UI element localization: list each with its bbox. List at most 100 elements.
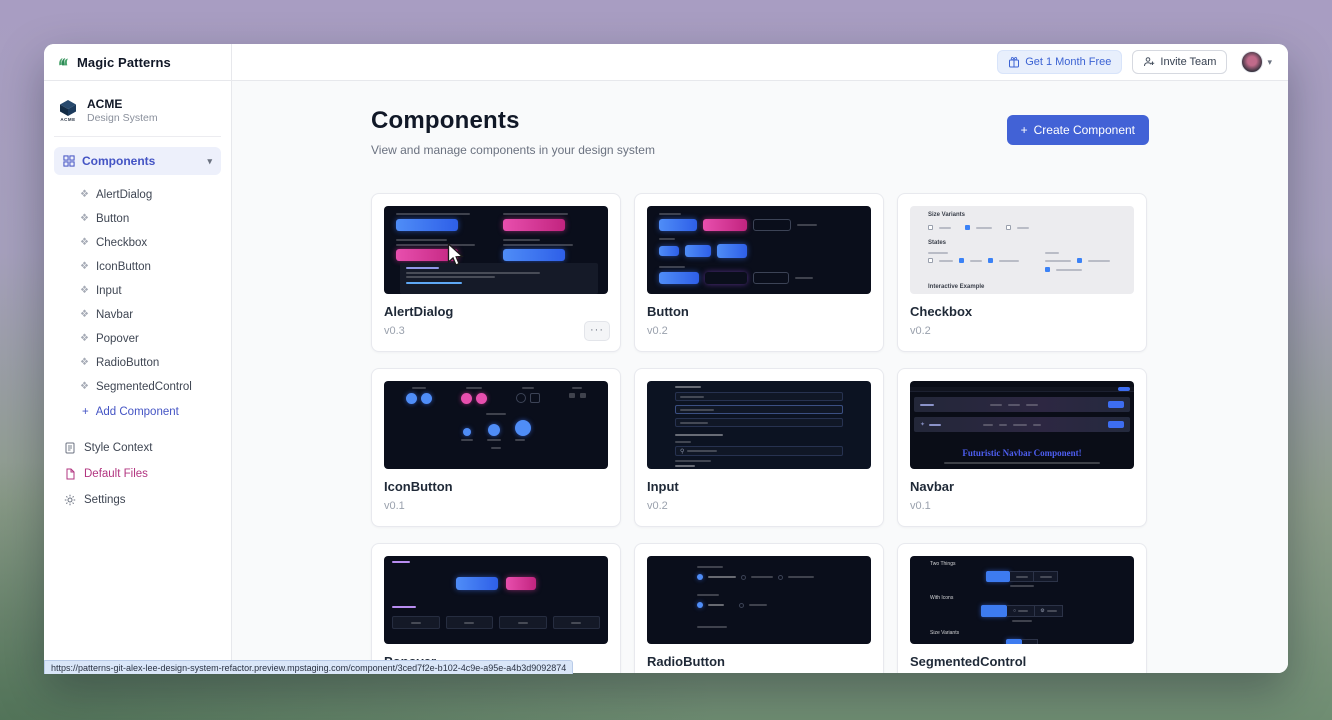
brand[interactable]: Magic Patterns [44, 44, 232, 80]
sidebar-item-alertdialog[interactable]: ❖ AlertDialog [54, 183, 221, 207]
card-navbar[interactable]: ✦ Futuristic Navbar Component! Navbar v0… [897, 368, 1147, 527]
card-thumbnail [647, 556, 871, 644]
footer-item-label: Default Files [84, 468, 148, 480]
card-thumbnail [384, 556, 608, 644]
component-icon: ❖ [80, 382, 89, 392]
component-icon: ❖ [80, 334, 89, 344]
sidebar-item-label: Navbar [96, 309, 133, 321]
sidebar-item-label: Popover [96, 333, 139, 345]
chevron-down-icon: ▾ [207, 156, 212, 167]
card-version: v0.1 [384, 500, 608, 512]
card-thumbnail: Two Things With Icons ○ ⚙ [910, 556, 1134, 644]
footer-item-label: Settings [84, 494, 126, 506]
card-input[interactable]: ⚲ Input v0.2 [634, 368, 884, 527]
sidebar-item-input[interactable]: ❖ Input [54, 279, 221, 303]
card-version: v0.2 [910, 325, 1134, 337]
promo-button[interactable]: Get 1 Month Free [997, 50, 1122, 74]
sidebar-section-components[interactable]: Components ▾ [54, 147, 221, 175]
sidebar-item-button[interactable]: ❖ Button [54, 207, 221, 231]
sidebar-footer: Style Context Default Files Settings [54, 435, 221, 513]
topbar: Magic Patterns Get 1 Month Free Invite T [44, 44, 1288, 81]
card-iconbutton[interactable]: IconButton v0.1 [371, 368, 621, 527]
thumb-label: Interactive Example [928, 284, 1116, 290]
create-component-button[interactable]: + Create Component [1007, 115, 1149, 145]
thumb-caption: Futuristic Navbar Component! [910, 448, 1134, 458]
sidebar-item-style-context[interactable]: Style Context [54, 435, 221, 461]
card-name: Input [647, 479, 871, 494]
plus-icon: + [1021, 123, 1028, 137]
component-icon: ❖ [80, 310, 89, 320]
card-name: SegmentedControl [910, 654, 1134, 669]
invite-label: Invite Team [1160, 56, 1216, 68]
sidebar: ACME ACME Design System Components ▾ [44, 81, 232, 673]
sidebar-item-label: AlertDialog [96, 189, 152, 201]
sidebar-item-radiobutton[interactable]: ❖RadioButton [54, 351, 221, 375]
card-name: Navbar [910, 479, 1134, 494]
main-panel: Components View and manage components in… [232, 81, 1288, 673]
document-icon [64, 442, 76, 454]
card-version: v0.2 [647, 325, 871, 337]
workspace-subtitle: Design System [87, 112, 158, 124]
card-name: Checkbox [910, 304, 1134, 319]
sidebar-item-segmentedcontrol[interactable]: ❖ SegmentedControl [54, 375, 221, 399]
mouse-cursor [447, 243, 464, 267]
thumb-label: States [928, 240, 1116, 246]
chevron-down-icon: ▾ [1267, 57, 1272, 68]
thumb-label: Two Things [930, 561, 1114, 567]
sidebar-item-iconbutton[interactable]: ❖IconButton [54, 255, 221, 279]
person-plus-icon [1143, 56, 1155, 68]
sidebar-section-label: Components [82, 154, 155, 168]
card-segmentedcontrol[interactable]: Two Things With Icons ○ ⚙ [897, 543, 1147, 673]
card-version: v0.3 [384, 325, 608, 337]
component-icon: ❖ [80, 358, 89, 368]
sidebar-item-navbar[interactable]: ❖ Navbar [54, 303, 221, 327]
cube-icon [58, 99, 78, 117]
sidebar-item-label: Button [96, 213, 129, 225]
thumb-label: Size Variants [928, 212, 1116, 218]
app-window: Magic Patterns Get 1 Month Free Invite T [44, 44, 1288, 673]
card-alertdialog[interactable]: AlertDialog v0.3 ··· [371, 193, 621, 352]
card-thumbnail [384, 206, 608, 294]
card-thumbnail: ⚲ [647, 381, 871, 469]
sidebar-item-checkbox[interactable]: ❖Checkbox [54, 231, 221, 255]
card-thumbnail [384, 381, 608, 469]
gift-icon [1008, 56, 1020, 68]
sidebar-item-default-files[interactable]: Default Files [54, 461, 221, 487]
sidebar-item-label: Checkbox [96, 237, 147, 249]
user-menu[interactable]: ▾ [1241, 51, 1272, 73]
card-name: Button [647, 304, 871, 319]
magic-patterns-logo-icon [58, 56, 70, 68]
add-component-button[interactable]: +Add Component [54, 399, 221, 425]
invite-team-button[interactable]: Invite Team [1132, 50, 1227, 74]
code-block [400, 263, 598, 294]
component-icon: ❖ [80, 286, 89, 296]
create-component-label: Create Component [1034, 123, 1135, 137]
promo-label: Get 1 Month Free [1025, 56, 1111, 68]
workspace-switcher[interactable]: ACME ACME Design System [54, 93, 221, 137]
acme-logo: ACME [58, 99, 78, 122]
page-subtitle: View and manage components in your desig… [371, 143, 655, 157]
footer-item-label: Style Context [84, 442, 152, 454]
card-button[interactable]: Button v0.2 [634, 193, 884, 352]
sidebar-item-settings[interactable]: Settings [54, 487, 221, 513]
sidebar-item-label: SegmentedControl [96, 381, 192, 393]
card-more-button[interactable]: ··· [584, 321, 610, 341]
card-version: v0.1 [910, 500, 1134, 512]
acme-logo-text: ACME [60, 117, 75, 122]
component-icon: ❖ [80, 214, 89, 224]
plus-icon: + [82, 406, 89, 418]
thumb-label: Size Variants [930, 630, 1114, 636]
sidebar-item-label: Input [96, 285, 122, 297]
file-icon [64, 468, 76, 480]
workspace-name: ACME [87, 97, 158, 111]
card-name: RadioButton [647, 654, 871, 669]
component-icon: ❖ [80, 190, 89, 200]
card-popover[interactable]: Popover v0.2 [371, 543, 621, 673]
card-radiobutton[interactable]: RadioButton v0.1 [634, 543, 884, 673]
sidebar-item-popover[interactable]: ❖ Popover [54, 327, 221, 351]
gear-icon [64, 494, 76, 506]
grid-icon [63, 155, 75, 167]
card-thumbnail [647, 206, 871, 294]
card-checkbox[interactable]: Size Variants States [897, 193, 1147, 352]
component-grid: AlertDialog v0.3 ··· [371, 193, 1149, 673]
